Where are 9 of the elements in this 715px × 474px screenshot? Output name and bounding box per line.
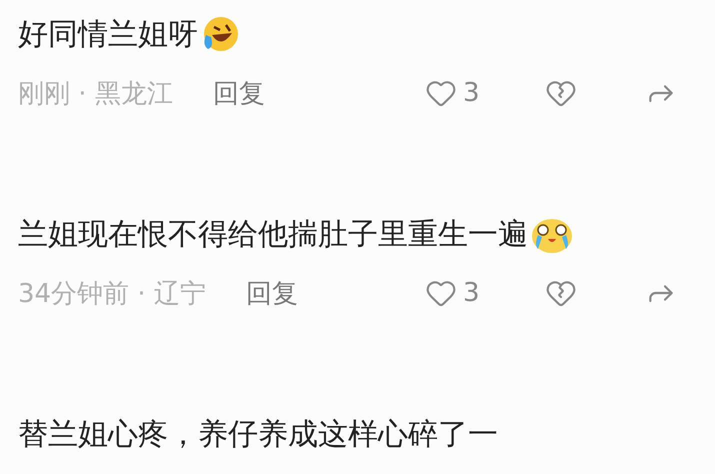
like-count: 3 xyxy=(463,278,480,308)
comment-text: 兰姐现在恨不得给他揣肚子里重生一遍 xyxy=(18,216,528,254)
comment-meta: 刚刚 · 黑龙江 xyxy=(18,78,173,110)
like-count: 3 xyxy=(463,78,480,108)
reply-link[interactable]: 回复 xyxy=(212,76,265,110)
comment-text: 好同情兰姐呀 xyxy=(18,16,198,54)
comment-meta: 34分钟前 · 辽宁 xyxy=(18,278,206,310)
reply-link[interactable]: 回复 xyxy=(246,276,298,310)
comment-text: 替兰姐心疼，养仔养成这样心碎了一 xyxy=(18,416,498,454)
